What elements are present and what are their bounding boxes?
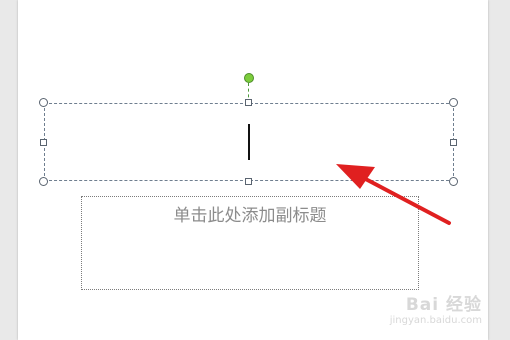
subtitle-placeholder[interactable]: 单击此处添加副标题: [81, 196, 419, 290]
subtitle-placeholder-text: 单击此处添加副标题: [173, 206, 327, 226]
workspace-gutter-left: [0, 0, 18, 340]
resize-handle-top-right[interactable]: [449, 98, 458, 107]
text-cursor: [248, 124, 250, 160]
watermark: Bai 经验 jingyan.baidu.com: [390, 290, 482, 326]
resize-handle-left[interactable]: [40, 139, 47, 146]
rotation-handle[interactable]: [244, 73, 254, 83]
resize-handle-bottom-left[interactable]: [39, 177, 48, 186]
watermark-brand: Bai 经验: [405, 295, 482, 315]
resize-handle-bottom-right[interactable]: [449, 177, 458, 186]
workspace-gutter-right: [488, 0, 510, 340]
resize-handle-right[interactable]: [450, 139, 457, 146]
watermark-domain: jingyan.baidu.com: [389, 315, 482, 326]
powerpoint-editing-area: 单击此处添加副标题 Bai 经验 jingyan.baidu.com: [0, 0, 510, 340]
resize-handle-top[interactable]: [245, 99, 252, 106]
resize-handle-bottom[interactable]: [245, 178, 252, 185]
resize-handle-top-left[interactable]: [39, 98, 48, 107]
